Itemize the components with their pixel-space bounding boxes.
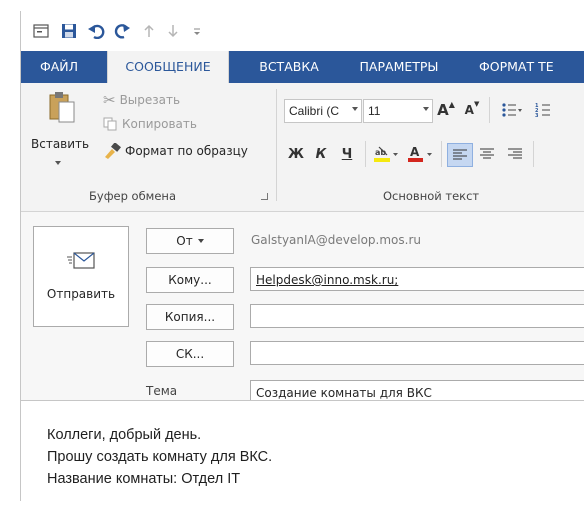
bold-button[interactable]: Ж [286, 143, 306, 165]
body-line: Название комнаты: Отдел IT [47, 471, 241, 487]
divider [365, 141, 366, 167]
group-divider [276, 89, 277, 201]
message-body[interactable]: Коллеги, добрый день. Прошу создать комн… [21, 400, 584, 501]
divider [489, 97, 490, 123]
clipboard-group-label: Буфер обмена [89, 189, 177, 203]
ribbon: Вставить ✂ Вырезать Копировать Формат по… [21, 83, 584, 212]
tab-file[interactable]: ФАЙЛ [21, 51, 97, 83]
ribbon-tabs: ФАЙЛ СООБЩЕНИЕ ВСТАВКА ПАРАМЕТРЫ ФОРМАТ … [21, 51, 584, 84]
numbering-icon[interactable]: 123 [531, 99, 561, 121]
font-name-combo[interactable]: Calibri (С [284, 99, 362, 123]
svg-text:3: 3 [535, 113, 539, 118]
format-painter-label: Формат по образцу [125, 144, 248, 158]
chevron-down-icon [197, 239, 204, 243]
message-header: Отправить От GalstyanIA@develop.mos.ru К… [21, 212, 584, 404]
quick-access-toolbar [21, 11, 584, 51]
to-field[interactable]: Helpdesk@inno.msk.ru; [250, 267, 584, 291]
divider [441, 141, 442, 167]
tab-options[interactable]: ПАРАМЕТРЫ [349, 51, 449, 83]
cut-label: Вырезать [119, 93, 181, 107]
paste-button[interactable]: Вставить [31, 87, 89, 177]
paste-label: Вставить [31, 137, 90, 151]
down-arrow-icon[interactable] [163, 21, 183, 41]
undo-icon[interactable] [86, 21, 106, 41]
scissors-icon: ✂ [103, 91, 116, 109]
clipboard-dialog-launcher-icon[interactable] [261, 193, 268, 200]
italic-button[interactable]: К [311, 143, 331, 165]
cc-field[interactable] [250, 304, 584, 328]
font-size-value: 11 [368, 104, 381, 118]
format-painter-button[interactable]: Формат по образцу [103, 143, 248, 159]
bcc-button[interactable]: СК... [146, 341, 234, 367]
outlook-compose-window: ФАЙЛ СООБЩЕНИЕ ВСТАВКА ПАРАМЕТРЫ ФОРМАТ … [20, 11, 584, 501]
to-button[interactable]: Кому... [146, 267, 234, 293]
copy-button[interactable]: Копировать [103, 117, 197, 131]
body-line: Прошу создать комнату для ВКС. [47, 449, 273, 465]
to-recipient[interactable]: Helpdesk@inno.msk.ru; [256, 273, 398, 287]
divider [533, 141, 534, 167]
copy-icon [103, 117, 117, 131]
paste-dropdown-arrow[interactable] [55, 161, 61, 165]
svg-text:А: А [410, 145, 420, 159]
font-name-value: Calibri (С [289, 104, 340, 118]
font-size-combo[interactable]: 11 [363, 99, 433, 123]
send-label: Отправить [46, 287, 116, 301]
send-button[interactable]: Отправить [33, 226, 129, 327]
tab-message[interactable]: СООБЩЕНИЕ [107, 51, 229, 84]
align-left-icon[interactable] [447, 143, 473, 167]
copy-label: Копировать [122, 117, 197, 131]
underline-button[interactable]: Ч [337, 143, 357, 165]
basic-text-group-label: Основной текст [383, 189, 480, 203]
cut-button[interactable]: ✂ Вырезать [103, 91, 180, 109]
format-painter-icon [105, 143, 121, 159]
font-color-icon[interactable]: А [405, 143, 435, 165]
customize-qat-icon[interactable] [187, 21, 207, 41]
from-button[interactable]: От [146, 228, 234, 254]
redo-icon[interactable] [113, 21, 133, 41]
align-center-icon[interactable] [475, 143, 499, 165]
chevron-down-icon [423, 107, 429, 111]
cc-button[interactable]: Копия... [146, 304, 234, 330]
window-menu-icon[interactable] [31, 21, 51, 41]
shrink-font-icon[interactable]: A ▼ [461, 99, 483, 121]
from-label: От [176, 234, 193, 248]
highlight-icon[interactable]: ab [371, 143, 401, 165]
save-icon[interactable] [59, 21, 79, 41]
from-value: GalstyanIA@develop.mos.ru [251, 233, 421, 247]
up-arrow-icon[interactable] [139, 21, 159, 41]
body-line: Коллеги, добрый день. [47, 427, 202, 443]
paste-icon [49, 92, 75, 123]
subject-label: Тема [146, 384, 178, 398]
grow-font-icon[interactable]: A ▲ [435, 99, 457, 121]
tab-format-text[interactable]: ФОРМАТ ТЕ [479, 51, 584, 83]
tab-insert[interactable]: ВСТАВКА [249, 51, 329, 83]
send-envelope-icon [67, 252, 95, 269]
chevron-down-icon [352, 107, 358, 111]
bcc-field[interactable] [250, 341, 584, 365]
bullets-icon[interactable] [497, 99, 527, 121]
align-right-icon[interactable] [503, 143, 527, 165]
